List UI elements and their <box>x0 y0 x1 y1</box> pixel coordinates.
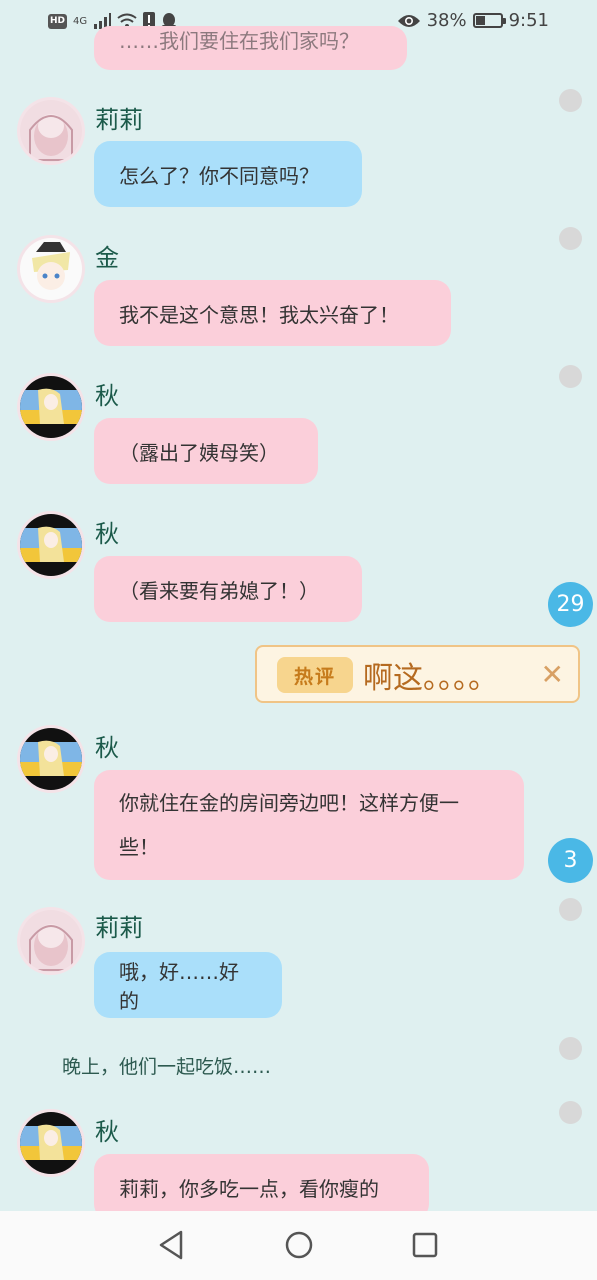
message-bubble[interactable]: 怎么了？你不同意吗？ <box>94 141 362 207</box>
sender-name: 秋 <box>95 382 119 410</box>
read-indicator <box>559 898 582 921</box>
comment-count-badge[interactable]: 29 <box>548 582 593 627</box>
status-right: 38% 9:51 <box>397 10 549 31</box>
message-bubble[interactable]: 你就住在金的房间旁边吧！这样方便一 些！ <box>94 770 524 880</box>
message-bubble-partial: ……我们要住在我们家吗？ <box>94 26 407 70</box>
chat-message: 莉莉 哦，好……好的 <box>0 898 597 1026</box>
comment-count-badge[interactable]: 3 <box>548 838 593 883</box>
sender-name: 莉莉 <box>95 106 143 134</box>
avatar-lili[interactable] <box>20 910 82 972</box>
sender-name: 金 <box>95 244 119 272</box>
avatar-jin[interactable] <box>20 238 82 300</box>
battery-icon <box>472 13 506 28</box>
recent-square-icon[interactable] <box>411 1229 439 1261</box>
read-indicator <box>559 1037 582 1060</box>
chat-message: 莉莉 怎么了？你不同意吗？ <box>0 89 597 216</box>
hot-comment-tag: 热评 <box>277 657 353 693</box>
chat-message: 秋 （看来要有弟媳了！） 29 <box>0 512 597 632</box>
home-circle-icon[interactable] <box>284 1229 314 1261</box>
sender-name: 秋 <box>95 520 119 548</box>
read-indicator <box>559 227 582 250</box>
read-indicator <box>559 1101 582 1124</box>
back-triangle-icon[interactable] <box>157 1229 185 1261</box>
chat-message: 秋 你就住在金的房间旁边吧！这样方便一 些！ 3 <box>0 726 597 886</box>
message-bubble[interactable]: （露出了姨母笑） <box>94 418 318 484</box>
avatar-lili[interactable] <box>20 100 82 162</box>
read-indicator <box>559 365 582 388</box>
sender-name: 莉莉 <box>95 914 143 942</box>
read-indicator <box>559 89 582 112</box>
avatar-qiu[interactable] <box>20 1112 82 1174</box>
avatar-qiu[interactable] <box>20 728 82 790</box>
eye-icon <box>397 14 420 27</box>
sender-name: 秋 <box>95 1118 119 1146</box>
clock: 9:51 <box>508 10 549 31</box>
message-bubble[interactable]: （看来要有弟媳了！） <box>94 556 362 622</box>
hot-comment-text: 啊这。。。。 <box>363 661 498 696</box>
battery-percent: 38% <box>426 10 467 31</box>
hd-indicator: HD <box>48 13 68 29</box>
avatar-qiu[interactable] <box>20 514 82 576</box>
chat-message: 金 我不是这个意思！我太兴奋了！ <box>0 227 597 356</box>
close-icon[interactable]: ✕ <box>541 657 564 693</box>
avatar-qiu[interactable] <box>20 376 82 438</box>
sender-name: 秋 <box>95 734 119 762</box>
navigation-bar <box>0 1211 597 1280</box>
narration-text: 晚上，他们一起吃饭…… <box>62 1056 272 1078</box>
message-bubble[interactable]: 我不是这个意思！我太兴奋了！ <box>94 280 451 346</box>
chat-message: 秋 莉莉，你多吃一点，看你瘦的 <box>0 1101 597 1220</box>
network-type: 4G <box>73 15 88 27</box>
message-bubble[interactable]: 哦，好……好的 <box>94 952 282 1018</box>
chat-message: 秋 （露出了姨母笑） <box>0 365 597 494</box>
hot-comment-popup[interactable]: 热评 啊这。。。。 ✕ <box>255 645 580 703</box>
